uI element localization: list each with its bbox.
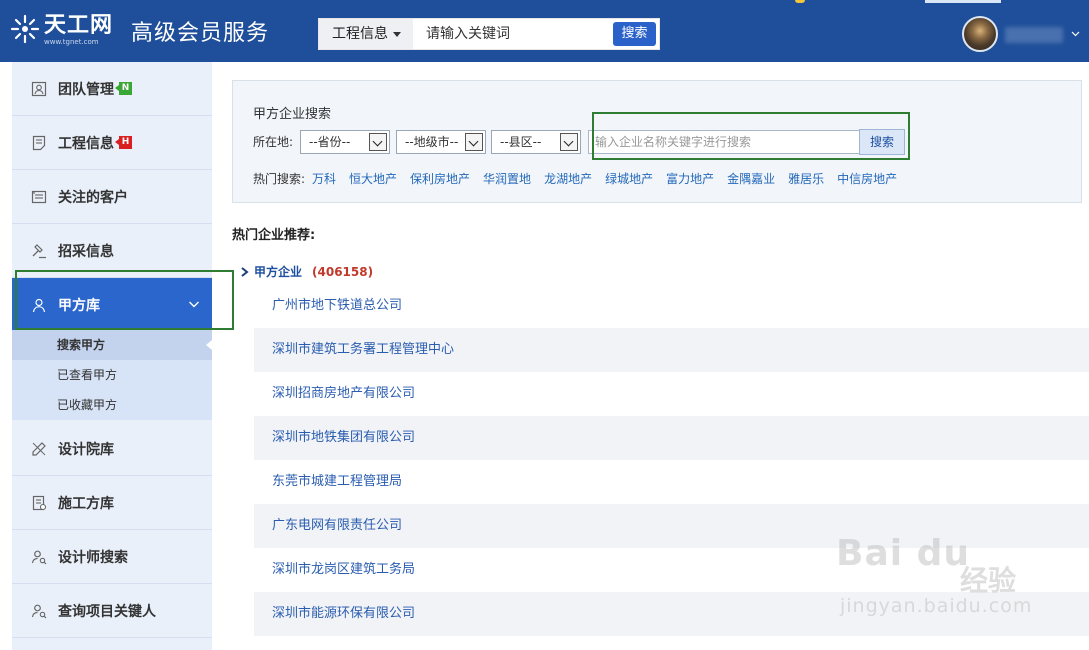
watermark-cn: 经验 <box>960 564 1017 597</box>
dropdown-arrow-icon <box>369 133 387 151</box>
sidebar-item-followed-clients[interactable]: 关注的客户 <box>12 170 212 224</box>
sidebar-item-label: 工程信息 <box>58 135 114 152</box>
province-value: --省份-- <box>309 135 351 149</box>
recommend-heading: 热门企业推荐: <box>232 228 316 243</box>
hot-link[interactable]: 龙湖地产 <box>544 170 592 187</box>
company-row[interactable]: 深圳市地铁集团有限公司 <box>254 416 1089 460</box>
page-title: 高级会员服务 <box>131 21 270 46</box>
province-select[interactable]: --省份-- <box>300 130 390 154</box>
username-blurred[interactable] <box>1005 27 1063 43</box>
chevron-down-icon[interactable] <box>1071 27 1080 37</box>
hot-link[interactable]: 雅居乐 <box>788 170 824 187</box>
header-search: 工程信息 请输入关键词 搜索 <box>318 18 660 50</box>
baidu-jingyan-watermark: Bai du 经验 jingyan.baidu.com <box>836 533 1036 628</box>
sidebar-item-label: 团队管理 <box>58 81 114 98</box>
sidebar-item-label: 设计院库 <box>58 441 114 458</box>
county-select[interactable]: --县区-- <box>491 130 581 154</box>
county-value: --县区-- <box>500 135 542 149</box>
search-input[interactable]: 请输入关键词 <box>426 19 606 49</box>
watermark-logo: Bai du <box>836 533 971 574</box>
submenu-viewed-clients[interactable]: 已查看甲方 <box>12 360 212 390</box>
category-header[interactable]: 甲方企业 (406158) <box>240 263 373 280</box>
hot-link[interactable]: 华润置地 <box>483 170 531 187</box>
ruler-pencil-icon <box>30 440 48 458</box>
hot-link[interactable]: 中信房地产 <box>837 170 897 187</box>
dropdown-arrow-icon <box>560 133 578 151</box>
search-category-dropdown[interactable]: 工程信息 <box>319 19 413 49</box>
sidebar-item-contractors[interactable]: 施工方库 <box>12 476 212 530</box>
sidebar-item-projects[interactable]: 工程信息 H <box>12 116 212 170</box>
panel-title: 甲方企业搜索 <box>253 107 332 122</box>
watermark-url: jingyan.baidu.com <box>840 595 1033 617</box>
avatar[interactable] <box>962 16 998 52</box>
company-row[interactable]: 深圳招商房地产有限公司 <box>254 372 1089 416</box>
company-row[interactable]: 深圳市建筑工务署工程管理中心 <box>254 328 1089 372</box>
project-icon <box>30 134 48 152</box>
document-icon <box>30 494 48 512</box>
company-row[interactable]: 广州市地下铁道总公司 <box>254 284 1089 328</box>
new-badge: N <box>115 82 132 95</box>
logo-url: www.tgnet.com <box>44 38 99 46</box>
team-icon <box>30 80 48 98</box>
logo-sunburst-icon <box>10 14 40 44</box>
hot-badge: H <box>115 136 132 149</box>
submenu-search-clients[interactable]: 搜索甲方 <box>12 330 212 360</box>
sidebar-item-team[interactable]: 团队管理 N <box>12 62 212 116</box>
sidebar-item-label: 施工方库 <box>58 495 114 512</box>
client-search-panel: 甲方企业搜索 所在地: --省份-- --地级市-- --县区-- 输入企业名称… <box>232 80 1082 203</box>
user-search-icon <box>30 548 48 566</box>
search-button[interactable]: 搜索 <box>613 22 656 46</box>
hot-search-label: 热门搜索: <box>253 172 306 186</box>
company-row[interactable]: 东莞市城建工程管理局 <box>254 460 1089 504</box>
client-library-submenu: 搜索甲方 已查看甲方 已收藏甲方 <box>12 330 212 420</box>
search-highlight-box <box>592 112 910 160</box>
sidebar: 团队管理 N 工程信息 H 关注的客户 招采信息 甲方库 搜索甲方 已查看甲方 … <box>12 62 212 650</box>
hot-link[interactable]: 绿城地产 <box>605 170 653 187</box>
hot-link[interactable]: 富力地产 <box>666 170 714 187</box>
submenu-saved-clients[interactable]: 已收藏甲方 <box>12 390 212 420</box>
city-select[interactable]: --地级市-- <box>396 130 486 154</box>
sidebar-item-label: 关注的客户 <box>58 189 128 206</box>
hot-link[interactable]: 恒大地产 <box>349 170 397 187</box>
category-name: 甲方企业 <box>254 265 303 279</box>
sidebar-item-label: 招采信息 <box>58 243 114 260</box>
sidebar-item-key-person[interactable]: 查询项目关键人 <box>12 584 212 638</box>
location-label: 所在地: <box>253 135 294 149</box>
sidebar-item-label: 设计师搜索 <box>58 549 128 566</box>
user-search-icon <box>30 602 48 620</box>
dropdown-arrow-icon <box>465 133 483 151</box>
gavel-icon <box>30 242 48 260</box>
notification-dot[interactable] <box>795 0 805 3</box>
search-category-label: 工程信息 <box>332 26 388 42</box>
sidebar-item-designer-search[interactable]: 设计师搜索 <box>12 530 212 584</box>
logo-text: 天工网 <box>44 13 114 38</box>
top-tab-indicator[interactable] <box>925 0 1001 3</box>
hot-search-links: 万科 恒大地产 保利房地产 华润置地 龙湖地产 绿城地产 富力地产 金隅嘉业 雅… <box>312 170 910 187</box>
site-logo[interactable]: 天工网 www.tgnet.com <box>10 14 113 47</box>
sidebar-item-design-institutes[interactable]: 设计院库 <box>12 422 212 476</box>
hot-link[interactable]: 金隅嘉业 <box>727 170 775 187</box>
follow-icon <box>30 188 48 206</box>
city-value: --地级市-- <box>405 135 459 149</box>
caret-down-icon <box>393 32 401 37</box>
top-header: 天工网 www.tgnet.com 高级会员服务 工程信息 请输入关键词 搜索 <box>0 0 1089 62</box>
hot-link[interactable]: 保利房地产 <box>410 170 470 187</box>
sidebar-item-label: 查询项目关键人 <box>58 603 156 620</box>
chevron-right-icon <box>240 265 250 279</box>
sidebar-highlight-box <box>15 270 234 330</box>
category-count: (406158) <box>312 264 374 279</box>
hot-link[interactable]: 万科 <box>312 170 336 187</box>
